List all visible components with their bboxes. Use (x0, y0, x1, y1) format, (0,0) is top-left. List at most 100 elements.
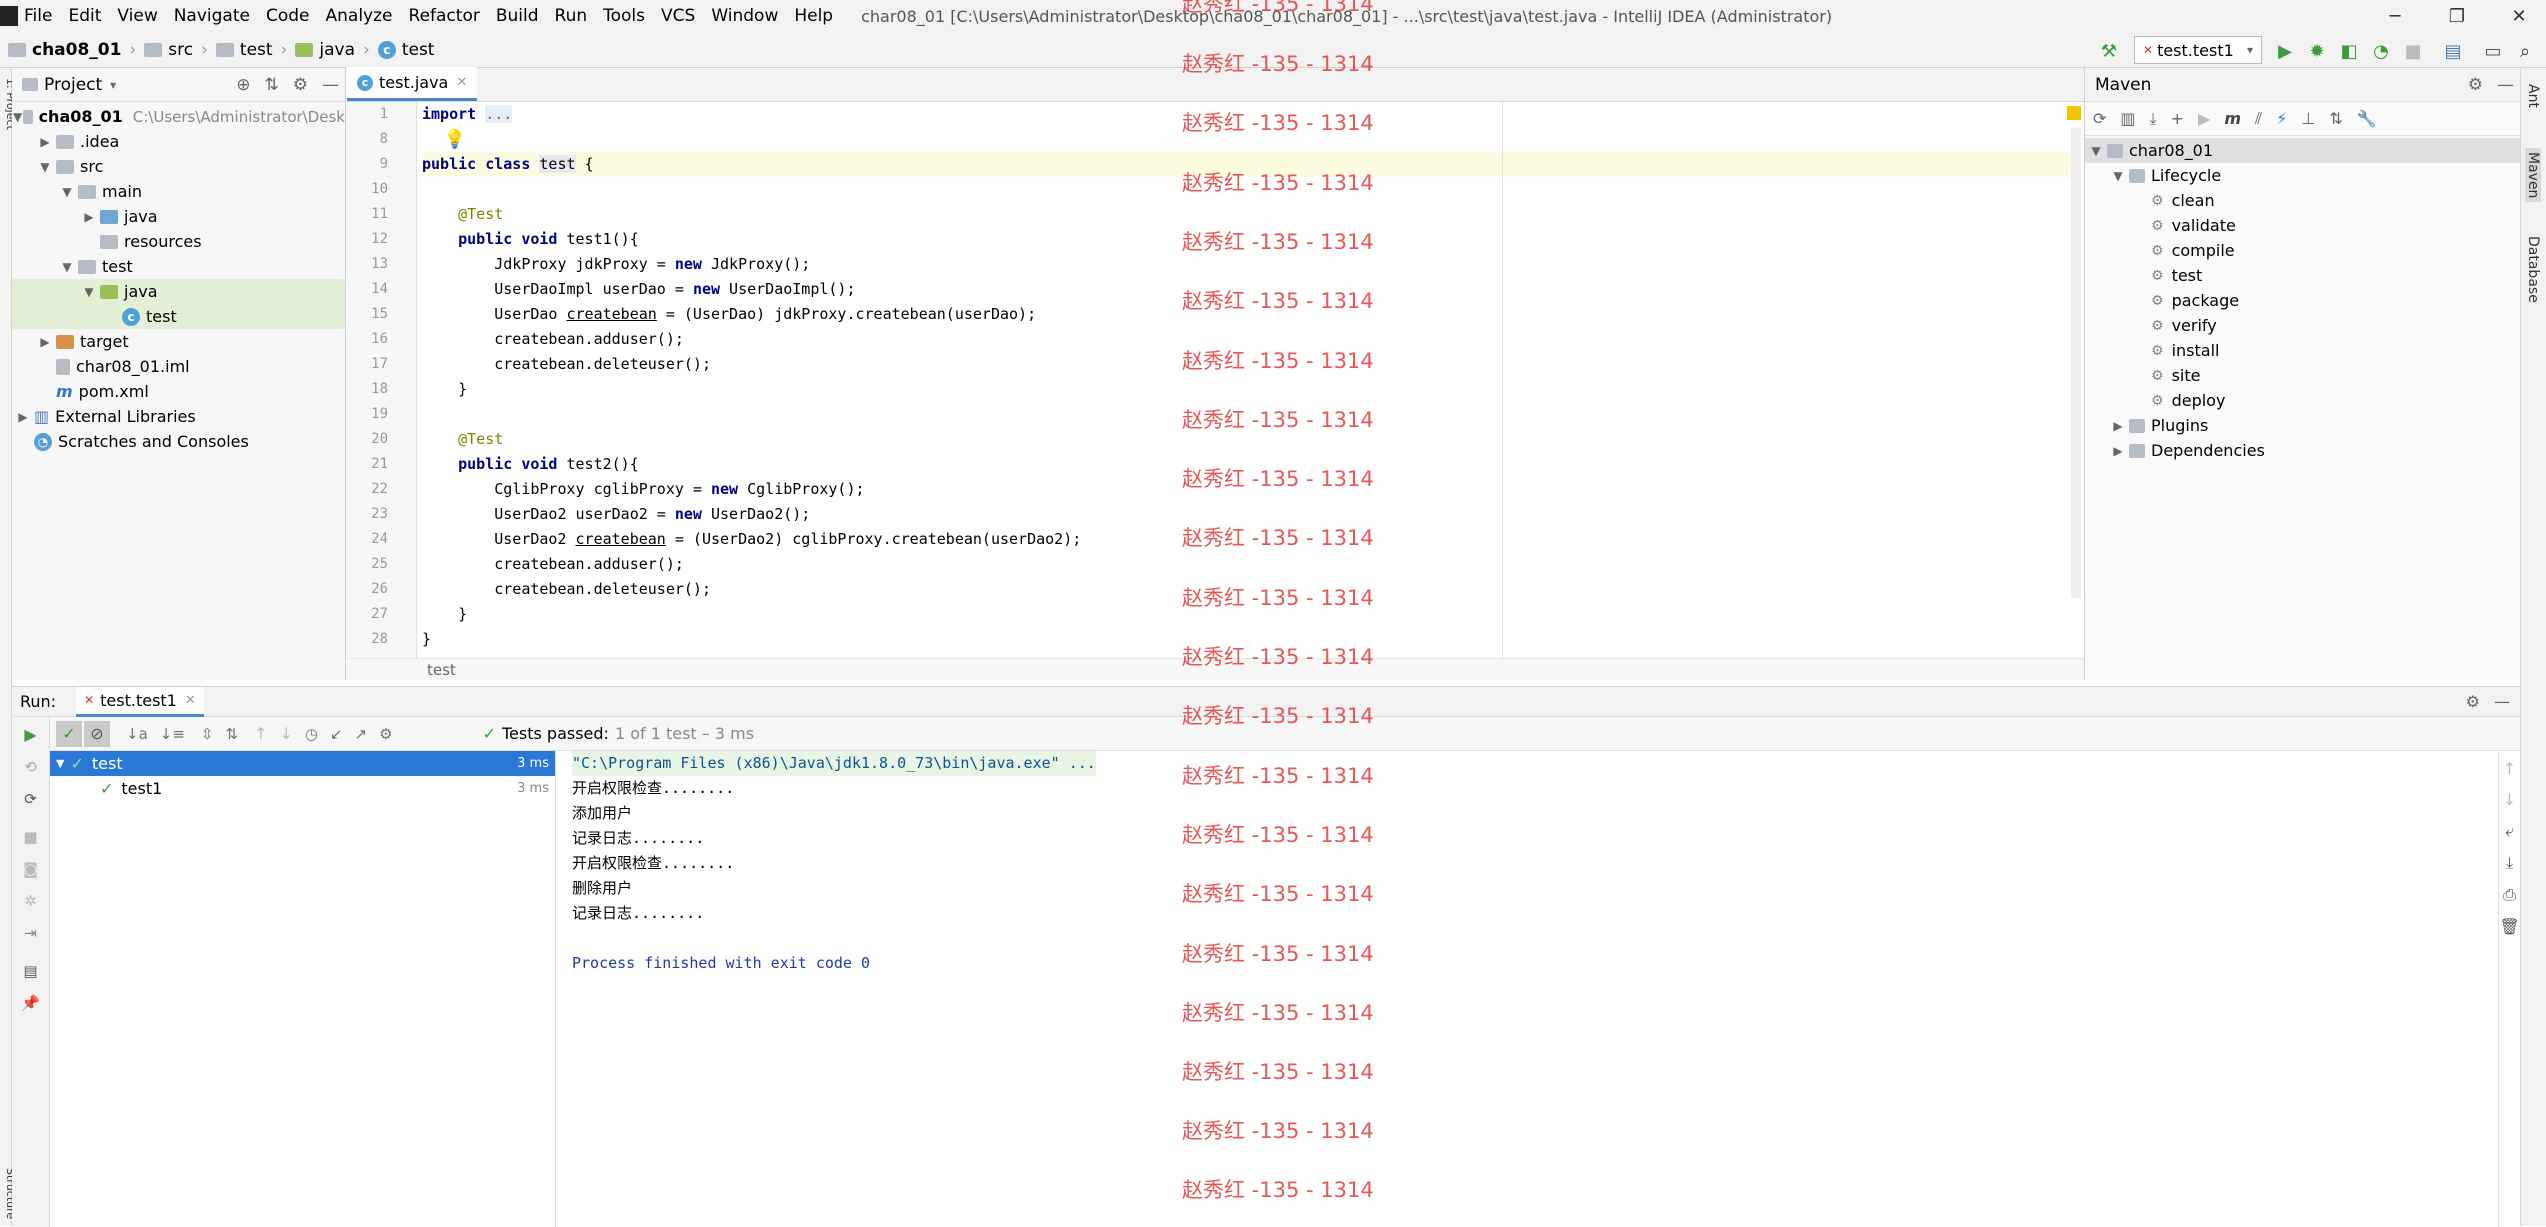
lifecycle-goal-test[interactable]: ⚙ test (2085, 263, 2520, 288)
menu-run[interactable]: Run (555, 6, 588, 26)
toggle-offline-icon[interactable]: ⫽ (2255, 109, 2262, 129)
project-tree-item[interactable]: ▶ java (12, 204, 345, 229)
layout-icon[interactable]: ▤ (12, 962, 49, 980)
scroll-up-icon[interactable]: ↑ (2499, 759, 2520, 778)
stop-icon[interactable]: ■ (12, 828, 49, 846)
project-tree-item[interactable]: ▼ java (12, 279, 345, 304)
hide-panel-icon[interactable]: — (2497, 75, 2514, 95)
maven-dependencies[interactable]: ▶ Dependencies (2085, 438, 2520, 463)
lifecycle-goal-clean[interactable]: ⚙ clean (2085, 188, 2520, 213)
hide-panel-icon[interactable]: — (322, 75, 339, 95)
breadcrumb-src[interactable]: src › (144, 40, 208, 60)
project-tree-item[interactable]: m pom.xml (12, 379, 345, 404)
tab-test-java[interactable]: c test.java ✕ (347, 67, 478, 101)
collapse-all-icon[interactable]: ⇅ (225, 725, 238, 743)
show-ignored-icon[interactable]: ⊘ (84, 720, 110, 747)
locate-icon[interactable]: ⊕ (236, 75, 250, 95)
close-tab-icon[interactable]: ✕ (185, 693, 196, 708)
chevron-down-icon[interactable]: ▼ (56, 260, 78, 274)
skip-tests-icon[interactable]: ⚡ (2276, 109, 2287, 128)
menu-view[interactable]: View (117, 6, 157, 26)
stop-icon[interactable]: ■ (2402, 40, 2424, 62)
project-tree-item[interactable]: resources (12, 229, 345, 254)
chevron-down-icon[interactable]: ▼ (34, 160, 56, 174)
chevron-down-icon[interactable]: ▾ (110, 78, 116, 92)
sort-alpha-icon[interactable]: ↓a (126, 725, 148, 743)
project-tree-item[interactable]: ▼ test (12, 254, 345, 279)
project-view-selector[interactable]: Project (44, 75, 102, 95)
project-tree-item[interactable]: ▼ main (12, 179, 345, 204)
lifecycle-goal-install[interactable]: ⚙ install (2085, 338, 2520, 363)
trash-icon[interactable]: 🗑 (2499, 917, 2520, 936)
scroll-down-icon[interactable]: ↓ (2499, 790, 2520, 809)
exit-icon[interactable]: ⇥ (12, 924, 49, 942)
chevron-right-icon[interactable]: ▶ (12, 410, 34, 424)
menu-build[interactable]: Build (496, 6, 539, 26)
sort-duration-icon[interactable]: ↓≡ (160, 725, 185, 743)
project-tree-item[interactable]: ▶ ▥ External Libraries (12, 404, 345, 429)
project-tree-item[interactable]: ▼ cha08_01 C:\Users\Administrator\Desk (12, 104, 345, 129)
chevron-right-icon[interactable]: ▶ (34, 335, 56, 349)
chevron-right-icon[interactable]: ▶ (34, 135, 56, 149)
run-icon[interactable]: ▶ (2198, 109, 2210, 128)
wrench-icon[interactable]: 🔧 (2357, 109, 2377, 128)
database-tool-label[interactable]: Database (2525, 236, 2541, 303)
presentation-icon[interactable]: ▭ (2482, 40, 2504, 62)
previous-failed-icon[interactable]: ↑ (254, 724, 267, 743)
menu-refactor[interactable]: Refactor (409, 6, 480, 26)
chevron-down-icon[interactable]: ▼ (56, 757, 64, 770)
lifecycle-goal-deploy[interactable]: ⚙ deploy (2085, 388, 2520, 413)
minimize-icon[interactable]: ─ (2370, 0, 2420, 32)
build-hammer-icon[interactable]: ⚒ (2098, 40, 2120, 62)
breadcrumb-java[interactable]: java › (295, 40, 370, 60)
project-tree-item[interactable]: ◔ Scratches and Consoles (12, 429, 345, 454)
menu-vcs[interactable]: VCS (661, 6, 695, 26)
project-tree-item[interactable]: c test (12, 304, 345, 329)
search-icon[interactable]: ⌕ (2514, 40, 2536, 62)
lifecycle-goal-compile[interactable]: ⚙ compile (2085, 238, 2520, 263)
chevron-down-icon[interactable]: ▼ (12, 110, 23, 124)
test-tree-item[interactable]: ✓ test1 3 ms (50, 776, 555, 801)
menu-navigate[interactable]: Navigate (174, 6, 250, 26)
restore-icon[interactable]: ❐ (2432, 0, 2482, 32)
expand-all-icon[interactable]: ⇳ (201, 725, 214, 743)
scroll-to-end-icon[interactable]: ⤓ (2499, 853, 2520, 873)
import-tests-icon[interactable]: ↙ (330, 725, 343, 743)
breadcrumb-class[interactable]: c test (377, 40, 434, 60)
settings-gear-icon[interactable]: ⚙ (2468, 75, 2483, 95)
close-tab-icon[interactable]: ✕ (456, 75, 467, 90)
maven-lifecycle[interactable]: ▼ Lifecycle (2085, 163, 2520, 188)
execute-goal-icon[interactable]: m (2224, 109, 2241, 128)
menu-file[interactable]: File (24, 6, 52, 26)
maven-tool-label[interactable]: Maven (2525, 148, 2541, 203)
close-icon[interactable]: ✕ (2494, 0, 2544, 32)
history-icon[interactable]: ◷ (305, 725, 318, 743)
chevron-down-icon[interactable]: ▼ (56, 185, 78, 199)
run-icon[interactable]: ▶ (2274, 40, 2296, 62)
toggle-auto-test-icon[interactable]: ⟳ (12, 790, 49, 808)
settings-gear-icon[interactable]: ⚙ (379, 725, 392, 743)
lifecycle-goal-package[interactable]: ⚙ package (2085, 288, 2520, 313)
generate-sources-icon[interactable]: ▥ (2120, 109, 2135, 128)
maven-plugins[interactable]: ▶ Plugins (2085, 413, 2520, 438)
coverage-icon[interactable]: ◧ (2338, 40, 2360, 62)
export-tests-icon[interactable]: ↗ (355, 725, 368, 743)
chevron-right-icon[interactable]: ▶ (78, 210, 100, 224)
next-failed-icon[interactable]: ↓ (279, 724, 292, 743)
lifecycle-goal-verify[interactable]: ⚙ verify (2085, 313, 2520, 338)
menu-window[interactable]: Window (711, 6, 778, 26)
download-icon[interactable]: ⤓ (2150, 109, 2157, 129)
settings-gear-icon[interactable]: ⚙ (293, 75, 308, 95)
menu-analyze[interactable]: Analyze (326, 6, 393, 26)
rerun-icon[interactable]: ▶ (12, 725, 49, 744)
profile-icon[interactable]: ◔ (2370, 40, 2392, 62)
breadcrumb-test[interactable]: test › (215, 40, 287, 60)
rerun-failed-icon[interactable]: ⟲ (12, 758, 49, 776)
project-tree-item[interactable]: ▼ src (12, 154, 345, 179)
ant-tool-label[interactable]: Ant (2525, 84, 2541, 108)
menu-code[interactable]: Code (266, 6, 310, 26)
lifecycle-goal-site[interactable]: ⚙ site (2085, 363, 2520, 388)
project-tree-item[interactable]: ▶ target (12, 329, 345, 354)
run-config-select[interactable]: ✕ test.test1 ▾ (2134, 36, 2262, 64)
collapse-all-icon[interactable]: ⇅ (265, 75, 279, 95)
